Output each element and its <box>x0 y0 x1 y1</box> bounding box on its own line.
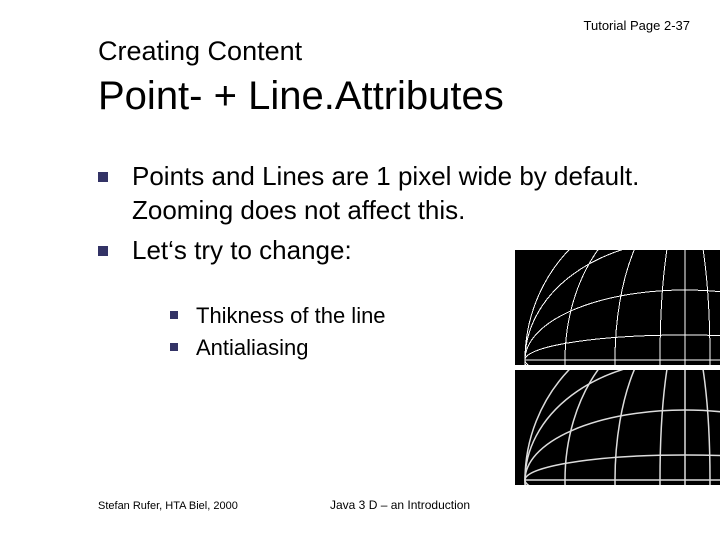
list-item-text: Thikness of the line <box>196 303 386 328</box>
list-item: Thikness of the line <box>170 300 386 332</box>
footer-author: Stefan Rufer, HTA Biel, 2000 <box>98 500 238 512</box>
square-bullet-icon <box>98 172 108 182</box>
list-item: Antialiasing <box>170 332 386 364</box>
square-bullet-icon <box>98 246 108 256</box>
section-title: Creating Content <box>98 36 302 67</box>
list-item-text: Antialiasing <box>196 335 309 360</box>
sub-list: Thikness of the line Antialiasing <box>170 300 386 364</box>
list-item-text: Let‘s try to change: <box>132 235 352 265</box>
footer-title: Java 3 D – an Introduction <box>330 498 470 512</box>
list-item-text: Points and Lines are 1 pixel wide by def… <box>132 161 639 225</box>
square-bullet-icon <box>170 311 178 319</box>
slide-title: Point- + Line.Attributes <box>98 74 504 119</box>
wireframe-sphere-antialiased <box>515 370 720 485</box>
page-number: Tutorial Page 2-37 <box>584 18 690 33</box>
wireframe-sphere-aliased <box>515 250 720 365</box>
square-bullet-icon <box>170 343 178 351</box>
list-item: Points and Lines are 1 pixel wide by def… <box>98 160 688 228</box>
